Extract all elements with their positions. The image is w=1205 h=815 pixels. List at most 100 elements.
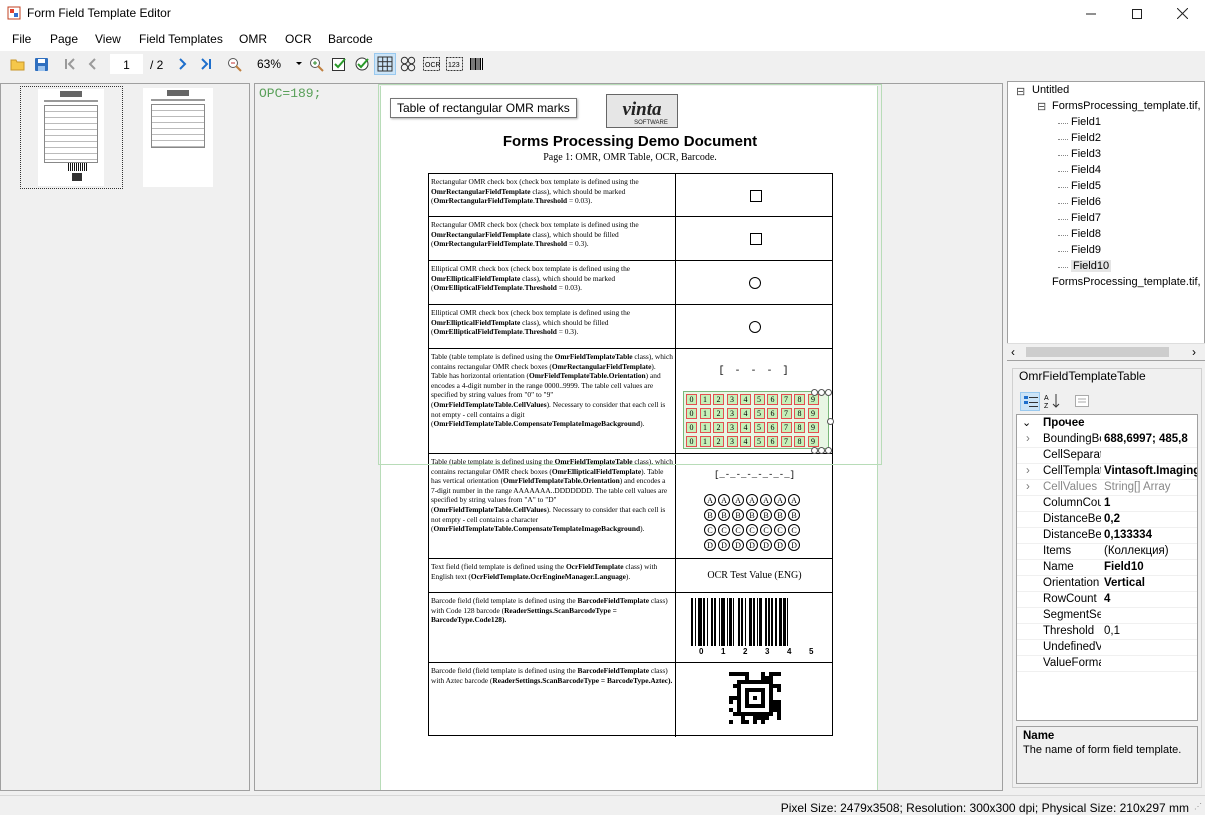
property-row[interactable]: UndefinedV (1017, 640, 1197, 656)
property-row[interactable]: ColumnCour1 (1017, 496, 1197, 512)
last-page-button[interactable] (196, 54, 216, 74)
property-value[interactable]: 0,133334 (1104, 529, 1197, 541)
previous-page-button[interactable] (83, 54, 103, 74)
tree-field-item[interactable]: Field2 (1071, 132, 1101, 144)
property-value[interactable]: 4 (1104, 593, 1197, 605)
menu-ocr[interactable]: OCR (285, 32, 312, 46)
ocr-field-button[interactable]: OCR (421, 54, 441, 74)
alphabetical-button[interactable]: AZ (1043, 392, 1063, 411)
property-row[interactable]: ValueForma (1017, 656, 1197, 672)
property-row[interactable]: › CellTemplat Vintasoft.Imaging (1017, 464, 1197, 480)
resize-handle[interactable] (811, 447, 818, 454)
property-row[interactable]: › BoundingBo 688,6997; 485,8 (1017, 432, 1197, 448)
tree-field-item[interactable]: Field6 (1071, 196, 1101, 208)
close-button[interactable] (1159, 0, 1205, 27)
property-pages-button[interactable] (1072, 392, 1092, 411)
omr-letter-cell: B (774, 509, 786, 521)
omr-table-highlight[interactable]: 0123456789012345678901234567890123456789 (683, 391, 829, 449)
property-row[interactable]: CellSeparat (1017, 448, 1197, 464)
property-value[interactable]: 688,6997; 485,8 (1104, 433, 1197, 445)
first-page-button[interactable] (60, 54, 80, 74)
maximize-button[interactable] (1114, 0, 1160, 27)
resize-grip-icon[interactable]: ⋰ (1194, 802, 1202, 811)
property-row[interactable]: Name Field10 (1017, 560, 1197, 576)
tree-line (1058, 187, 1068, 188)
omr-cell: 8 (794, 422, 805, 433)
tree-field-item[interactable]: Field1 (1071, 116, 1101, 128)
menu-field-templates[interactable]: Field Templates (139, 32, 223, 46)
thumbnail-page-1[interactable] (20, 86, 123, 189)
omr-rectangle-button[interactable] (329, 54, 349, 74)
tree-field-item[interactable]: Field7 (1071, 212, 1101, 224)
barcode-digit: 2 (743, 647, 748, 656)
property-row[interactable]: Orientation Vertical (1017, 576, 1197, 592)
property-value[interactable]: Field10 (1104, 561, 1197, 573)
property-row[interactable]: SegmentSe (1017, 608, 1197, 624)
property-value[interactable]: 0,1 (1104, 625, 1197, 637)
zoom-in-button[interactable] (306, 54, 326, 74)
menu-view[interactable]: View (95, 32, 121, 46)
omr-table-rectangle-button[interactable] (374, 53, 396, 75)
property-row[interactable]: DistanceBe 0,2 (1017, 512, 1197, 528)
property-category[interactable]: ⌄ Прочее (1017, 415, 1197, 432)
tree-field-item[interactable]: Field4 (1071, 164, 1101, 176)
property-value[interactable]: Vertical (1104, 577, 1197, 589)
resize-handle[interactable] (825, 389, 832, 396)
resize-handle[interactable] (818, 447, 825, 454)
menu-omr[interactable]: OMR (239, 32, 267, 46)
menu-file[interactable]: File (12, 32, 31, 46)
property-name: DistanceBe (1043, 529, 1101, 541)
tree-collapse-icon[interactable]: ⊟ (1037, 100, 1046, 113)
tree-field-item[interactable]: Field8 (1071, 228, 1101, 240)
property-value[interactable]: 0,2 (1104, 513, 1197, 525)
ocr-digits-button[interactable]: 123 (444, 54, 464, 74)
zoom-out-button[interactable] (224, 54, 244, 74)
property-row[interactable]: DistanceBe 0,133334 (1017, 528, 1197, 544)
property-row[interactable]: RowCount 4 (1017, 592, 1197, 608)
property-value[interactable]: (Коллекция) (1104, 545, 1197, 557)
omr-table-ellipse-button[interactable] (398, 54, 418, 74)
zoom-dropdown-arrow-icon[interactable] (296, 62, 302, 65)
resize-handle[interactable] (825, 447, 832, 454)
property-row[interactable]: Threshold 0,1 (1017, 624, 1197, 640)
chevron-right-icon[interactable]: › (1026, 433, 1030, 445)
status-text: Pixel Size: 2479x3508; Resolution: 300x3… (780, 801, 1189, 815)
property-value[interactable]: Vintasoft.Imaging (1104, 465, 1197, 477)
tree-collapse-icon[interactable]: ⊟ (1016, 85, 1025, 98)
scroll-thumb[interactable] (1026, 347, 1169, 357)
tree-field-item[interactable]: Field9 (1071, 244, 1101, 256)
tree-horizontal-scrollbar[interactable]: ‹ › (1007, 343, 1205, 360)
menu-page[interactable]: Page (50, 32, 78, 46)
chevron-right-icon[interactable]: › (1026, 481, 1030, 493)
omr-letter-cell: C (732, 524, 744, 536)
barcode-field-button[interactable] (467, 54, 487, 74)
open-button[interactable] (8, 54, 28, 74)
property-row[interactable]: Items (Коллекция) (1017, 544, 1197, 560)
save-button[interactable] (31, 54, 51, 74)
tree-file-2[interactable]: FormsProcessing_template.tif, Pa (1052, 276, 1204, 288)
page-number-input[interactable]: 1 (110, 54, 143, 74)
tree-file-1[interactable]: FormsProcessing_template.tif, Pa (1052, 100, 1204, 112)
tree-field-item[interactable]: Field3 (1071, 148, 1101, 160)
property-row[interactable]: › CellValues String[] Array (1017, 480, 1197, 496)
menu-barcode[interactable]: Barcode (328, 32, 373, 46)
minimize-button[interactable] (1068, 0, 1114, 27)
resize-handle[interactable] (827, 418, 834, 425)
tree-field-item[interactable]: Field5 (1071, 180, 1101, 192)
omr-ellipse-button[interactable] (352, 54, 372, 74)
property-value[interactable]: 1 (1104, 497, 1197, 509)
resize-handle[interactable] (811, 389, 818, 396)
resize-handle[interactable] (818, 389, 825, 396)
tree-root[interactable]: Untitled (1032, 84, 1069, 96)
chevron-down-icon[interactable]: ⌄ (1022, 416, 1031, 429)
next-page-button[interactable] (172, 54, 192, 74)
scroll-left-icon[interactable]: ‹ (1011, 345, 1015, 359)
thumbnail-page-2[interactable] (143, 88, 213, 187)
document-viewer[interactable]: OPC=189; vinta SOFTWARE Forms Processing… (254, 83, 1003, 791)
scroll-right-icon[interactable]: › (1192, 345, 1196, 359)
chevron-right-icon[interactable]: › (1026, 465, 1030, 477)
property-value[interactable]: String[] Array (1104, 481, 1197, 493)
document-table-row: Elliptical OMR check box (check box temp… (429, 261, 832, 305)
categorized-button[interactable] (1020, 392, 1040, 411)
tree-field-item[interactable]: Field10 (1071, 260, 1112, 272)
